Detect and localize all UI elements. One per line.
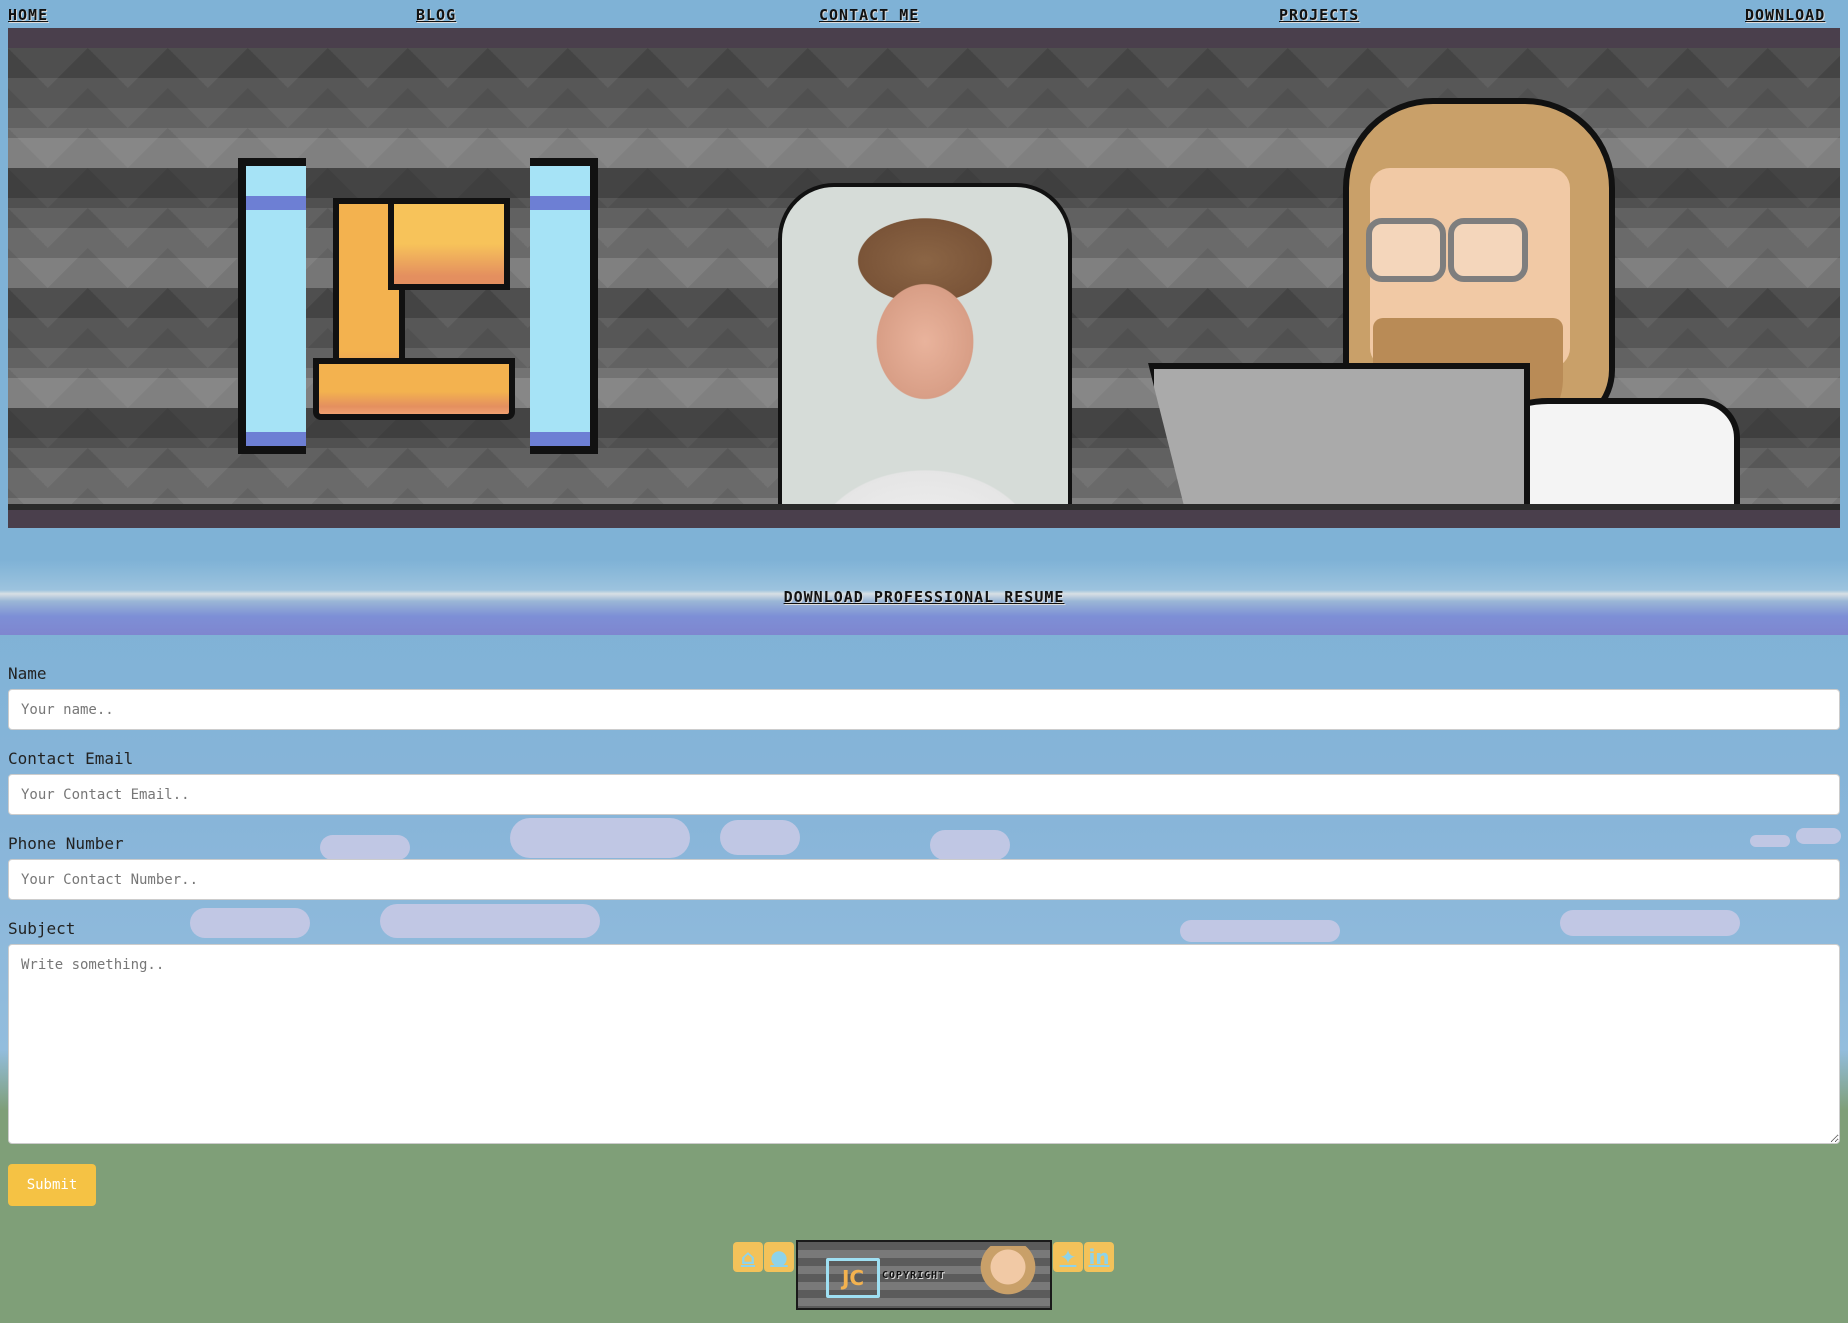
name-input[interactable] xyxy=(8,689,1840,730)
footer-logo: JC xyxy=(826,1258,880,1298)
cloud xyxy=(320,835,410,860)
github-icon[interactable]: ● xyxy=(764,1242,794,1272)
email-label: Contact Email xyxy=(8,749,134,768)
cloud xyxy=(720,820,800,855)
phone-input[interactable] xyxy=(8,859,1840,900)
nav-home-link[interactable]: HOME xyxy=(8,6,48,24)
cloud xyxy=(930,830,1010,860)
banner-bottom-border xyxy=(8,504,1840,528)
download-resume-link[interactable]: DOWNLOAD PROFESSIONAL RESUME xyxy=(784,588,1065,606)
nav-blog-link[interactable]: BLOG xyxy=(416,6,456,24)
logo-letter-c xyxy=(388,198,510,290)
cloud xyxy=(380,904,600,938)
nav-projects-link[interactable]: PROJECTS xyxy=(1279,6,1359,24)
nav-download-link[interactable]: DOWNLOAD xyxy=(1745,6,1825,24)
site-logo xyxy=(238,158,598,458)
footer-banner: JC COPYRIGHT xyxy=(796,1240,1052,1310)
home-icon[interactable]: ⌂ xyxy=(733,1242,763,1272)
phone-label: Phone Number xyxy=(8,834,124,853)
hero-banner xyxy=(8,28,1840,528)
submit-button[interactable]: Submit xyxy=(8,1164,96,1206)
nav-contact-link[interactable]: CONTACT ME xyxy=(819,6,919,24)
cloud xyxy=(1750,835,1790,847)
pixel-avatar-illustration xyxy=(1148,88,1768,528)
cloud xyxy=(1180,920,1340,942)
cloud xyxy=(1796,828,1841,844)
subject-label: Subject xyxy=(8,919,76,938)
copyright-text: COPYRIGHT xyxy=(882,1270,946,1281)
profile-photo xyxy=(778,183,1072,528)
avatar-glasses-right xyxy=(1448,218,1528,282)
cloud xyxy=(1560,910,1740,936)
linkedin-icon[interactable]: in xyxy=(1084,1242,1114,1272)
logo-letter-base xyxy=(313,358,515,420)
logo-right-bracket xyxy=(530,158,598,454)
avatar-glasses-left xyxy=(1366,218,1446,282)
cloud xyxy=(190,908,310,938)
top-nav: HOME BLOG CONTACT ME PROJECTS DOWNLOAD xyxy=(0,0,1848,28)
twitter-icon[interactable]: ✦ xyxy=(1053,1242,1083,1272)
email-input[interactable] xyxy=(8,774,1840,815)
subject-textarea[interactable] xyxy=(8,944,1840,1144)
footer: ⌂ ● JC COPYRIGHT ✦ in xyxy=(0,1240,1848,1315)
logo-left-bracket xyxy=(238,158,306,454)
cloud xyxy=(510,818,690,858)
download-resume-container: DOWNLOAD PROFESSIONAL RESUME xyxy=(0,587,1848,606)
banner-top-border xyxy=(8,28,1840,48)
name-label: Name xyxy=(8,664,47,683)
footer-avatar xyxy=(978,1246,1038,1306)
